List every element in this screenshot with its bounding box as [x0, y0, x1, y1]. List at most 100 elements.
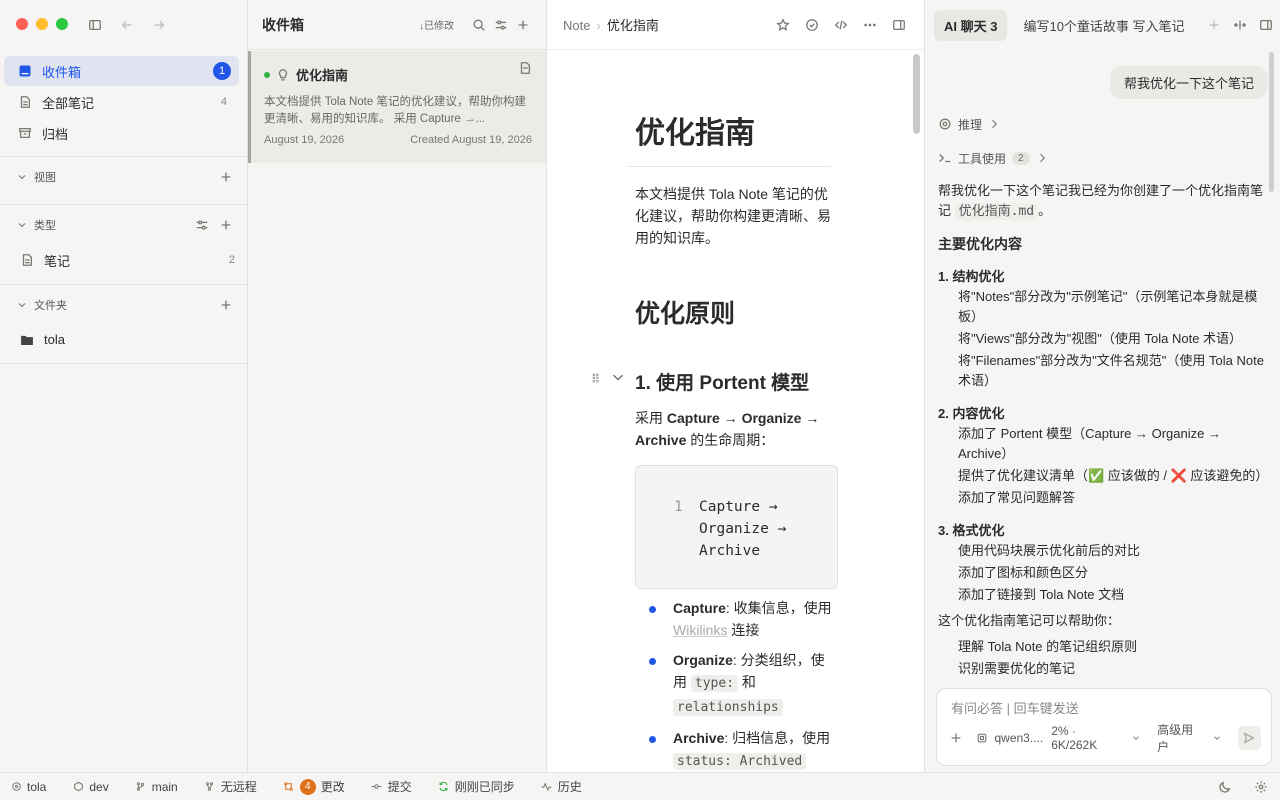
vault-indicator[interactable]: tola	[10, 780, 46, 794]
sidebar-item-label: 全部笔记	[42, 95, 95, 111]
send-arrow-icon	[1240, 729, 1258, 747]
heading-principles[interactable]: 优化原则	[635, 294, 838, 330]
type-item-notes[interactable]: 笔记 2	[0, 244, 247, 276]
assistant-reply-intro: 帮我优化一下这个笔记我已经为你创建了一个优化指南笔记 优化指南.md。	[938, 181, 1268, 222]
close-window-button[interactable]	[16, 18, 28, 30]
code-block[interactable]: 1 Capture → Organize → Archive	[635, 465, 838, 589]
inline-code: type:	[690, 675, 739, 692]
section-label: 文件夹	[34, 299, 67, 312]
sort-button[interactable]: ↓已修改	[419, 17, 454, 32]
branch-indicator[interactable]: main	[135, 780, 178, 794]
tool-usage-toggle[interactable]: 工具使用 2	[938, 149, 1268, 167]
sidebar-item-all-notes[interactable]: 全部笔记 4	[4, 87, 239, 117]
new-note-plus-icon[interactable]	[514, 16, 532, 34]
sidebar-item-inbox[interactable]: 收件箱 1	[4, 56, 239, 86]
chevron-down-icon[interactable]	[16, 296, 28, 314]
reasoning-toggle[interactable]: 推理	[938, 115, 1268, 133]
note-card-title: 优化指南	[296, 68, 349, 83]
folders-section-header[interactable]: 文件夹	[0, 284, 247, 324]
minimize-window-button[interactable]	[36, 18, 48, 30]
search-icon[interactable]	[470, 16, 488, 34]
remote-indicator[interactable]: 无远程	[204, 778, 257, 795]
check-circle-icon[interactable]	[803, 16, 821, 34]
sync-indicator[interactable]: 刚刚已同步	[438, 778, 515, 795]
attach-plus-icon[interactable]	[947, 729, 964, 747]
status-bar: tola dev main 无远程 4 更改 提交 刚刚已同步 历史	[0, 772, 1280, 800]
activity-icon	[541, 781, 553, 793]
list-item[interactable]: Archive: 归档信息，使用 status: Archived	[635, 727, 838, 772]
changes-count-badge: 4	[299, 778, 316, 795]
gear-icon[interactable]	[1252, 778, 1270, 796]
add-folder-icon[interactable]	[217, 296, 235, 314]
list-item[interactable]: Organize: 分类组织，使用 type: 和 relationships	[635, 649, 838, 719]
views-section-header[interactable]: 视图	[0, 156, 247, 196]
forward-arrow-icon[interactable]	[150, 16, 168, 34]
section-label: 视图	[34, 171, 56, 184]
env-indicator[interactable]: dev	[72, 780, 109, 794]
tab-fairy-tales[interactable]: 编写10个童话故事 写入笔记	[1013, 10, 1194, 41]
back-arrow-icon[interactable]	[118, 16, 136, 34]
more-horizontal-icon[interactable]	[861, 16, 879, 34]
chevron-right-icon	[988, 115, 1000, 133]
lifecycle-list: Capture: 收集信息，使用 Wikilinks 连接 Organize: …	[635, 597, 838, 772]
list-item[interactable]: Capture: 收集信息，使用 Wikilinks 连接	[635, 597, 838, 641]
new-tab-plus-icon[interactable]	[1207, 16, 1221, 34]
note-list-panel: 收件箱 ↓已修改 优化指南 本文档提供 Tola Note 笔记的优化建议，帮助…	[248, 0, 547, 772]
paragraph-text: 采用	[635, 410, 667, 426]
commit-button[interactable]: 提交	[371, 778, 412, 795]
history-button[interactable]: 历史	[541, 778, 582, 795]
ai-chat-panel: AI 聊天 3 编写10个童话故事 写入笔记 帮我优化一下这个笔记 推理 工具使…	[926, 0, 1280, 772]
moon-icon[interactable]	[1216, 778, 1234, 796]
filter-sliders-icon[interactable]	[193, 216, 211, 234]
toggle-right-panel-icon[interactable]	[1259, 16, 1273, 34]
editor-panel: Note › 优化指南 优化指南 本文档提供 Tola Note 笔记的优化建议，帮…	[547, 0, 925, 772]
breadcrumb-root[interactable]: Note	[563, 18, 590, 33]
reply-closing: 这个优化指南笔记可以帮助你：	[938, 613, 1121, 628]
reply-list-item: 识别需要优化的笔记	[958, 661, 1076, 676]
changes-indicator[interactable]: 4 更改	[283, 778, 345, 795]
expand-width-icon[interactable]	[1233, 16, 1247, 34]
item-count: 2	[228, 254, 235, 266]
note-card[interactable]: 优化指南 本文档提供 Tola Note 笔记的优化建议，帮助你构建更清晰、易用…	[248, 51, 546, 163]
vault-icon	[10, 781, 22, 793]
filter-sliders-icon[interactable]	[492, 16, 510, 34]
reply-list-item: 添加了图标和颜色区分	[958, 565, 1089, 580]
lifecycle-paragraph[interactable]: 采用 Capture → Organize → Archive 的生命周期：	[635, 407, 838, 451]
chevron-down-icon[interactable]	[1131, 729, 1141, 747]
chevron-right-icon	[1036, 149, 1048, 167]
chevron-down-icon[interactable]	[16, 168, 28, 186]
zoom-window-button[interactable]	[56, 18, 68, 30]
model-selector[interactable]: qwen3....	[976, 729, 1043, 747]
reply-filename: 优化指南.md	[954, 203, 1039, 220]
reply-list-item: 使用代码块展示优化前后的对比	[958, 543, 1141, 558]
note-list-title: 收件箱	[262, 16, 304, 33]
heading-portent-model[interactable]: ⠿ 1. 使用 Portent 模型	[591, 368, 838, 395]
editor-scrollbar[interactable]	[913, 54, 920, 134]
sync-icon	[438, 781, 450, 793]
code-brackets-icon[interactable]	[832, 16, 850, 34]
folder-item-tola[interactable]: tola	[0, 324, 247, 364]
types-section-header[interactable]: 类型	[0, 204, 247, 244]
terminal-icon	[938, 149, 952, 167]
note-modified-date: August 19, 2026	[264, 134, 345, 146]
document-intro[interactable]: 本文档提供 Tola Note 笔记的优化建议，帮助你构建更清晰、易用的知识库。	[635, 183, 838, 249]
package-icon	[72, 781, 84, 793]
send-button[interactable]	[1237, 726, 1261, 750]
chevron-down-icon[interactable]	[1212, 729, 1222, 747]
chevron-down-icon[interactable]	[609, 368, 627, 386]
wikilink[interactable]: Wikilinks	[673, 622, 727, 638]
chevron-down-icon[interactable]	[16, 216, 28, 234]
mode-selector[interactable]: 高级用户	[1157, 721, 1204, 755]
toggle-right-panel-icon[interactable]	[890, 16, 908, 34]
chat-input[interactable]	[937, 689, 1271, 716]
drag-handle-icon[interactable]: ⠿	[591, 372, 600, 386]
star-icon[interactable]	[774, 16, 792, 34]
document-title[interactable]: 优化指南	[627, 108, 831, 167]
document-body[interactable]: 优化指南 本文档提供 Tola Note 笔记的优化建议，帮助你构建更清晰、易用…	[591, 50, 838, 772]
reply-section-title: 1. 结构优化	[938, 269, 1005, 284]
add-type-icon[interactable]	[217, 216, 235, 234]
sidebar-item-archive[interactable]: 归档	[4, 118, 239, 148]
add-view-icon[interactable]	[217, 168, 235, 186]
sidebar-toggle-icon[interactable]	[86, 16, 104, 34]
tab-ai-chat[interactable]: AI 聊天 3	[934, 9, 1008, 41]
